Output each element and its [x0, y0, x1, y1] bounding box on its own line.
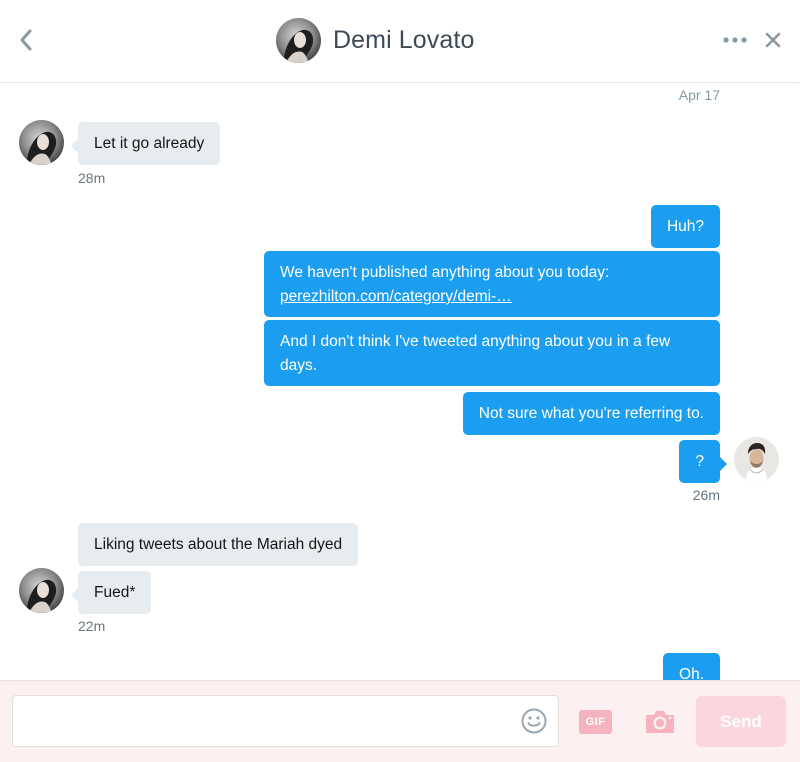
chevron-left-icon [20, 29, 32, 51]
emoji-icon [521, 708, 547, 734]
message-bubble[interactable]: Let it go already [70, 122, 221, 165]
message-composer: GIF Send [0, 680, 800, 762]
page-title: Demi Lovato [333, 25, 475, 54]
message-bubble[interactable]: ? [679, 440, 727, 483]
message-bubble[interactable]: Not sure what you're referring to. [462, 392, 720, 435]
message-bubble[interactable]: And I don't think I've tweeted anything … [264, 320, 720, 386]
avatar[interactable] [19, 120, 64, 165]
avatar[interactable] [19, 568, 64, 613]
message-bubble[interactable]: We haven't published anything about you … [264, 251, 720, 317]
message-bubble[interactable]: Oh. [663, 653, 720, 680]
message-timestamp: 26m [692, 487, 720, 503]
photo-button[interactable] [643, 708, 677, 736]
message-bubble[interactable]: Liking tweets about the Mariah dyed [78, 523, 359, 566]
message-input-box[interactable] [12, 695, 559, 747]
date-stamp: Apr 17 [678, 87, 720, 103]
send-button[interactable]: Send [696, 696, 786, 747]
conversation-participant[interactable]: Demi Lovato [276, 17, 474, 63]
close-button[interactable] [760, 26, 786, 54]
gif-icon: GIF [585, 716, 606, 728]
more-icon [723, 37, 747, 43]
message-link[interactable]: perezhilton.com/category/demi-… [280, 288, 512, 305]
message-list[interactable]: Apr 17 Let it go already 28m Huh? We hav… [0, 84, 800, 680]
dm-window: Demi Lovato Apr 17 Let it go already 28m… [0, 0, 800, 762]
message-timestamp: 28m [78, 170, 106, 186]
conversation-header: Demi Lovato [0, 0, 800, 83]
message-bubble[interactable]: Fued* [70, 571, 152, 614]
message-input[interactable] [23, 696, 513, 746]
avatar [276, 17, 321, 63]
message-text: We haven't published anything about you … [280, 264, 610, 281]
avatar[interactable] [734, 437, 779, 482]
message-text: days. [280, 357, 318, 374]
camera-icon [646, 711, 674, 733]
message-timestamp: 22m [78, 618, 106, 634]
close-icon [765, 32, 781, 48]
message-bubble[interactable]: Huh? [650, 205, 720, 248]
message-text: And I don't think I've tweeted anything … [280, 333, 671, 350]
back-button[interactable] [12, 24, 40, 56]
gif-button[interactable]: GIF [579, 710, 612, 734]
emoji-button[interactable] [520, 707, 548, 735]
more-options-button[interactable] [720, 28, 750, 52]
